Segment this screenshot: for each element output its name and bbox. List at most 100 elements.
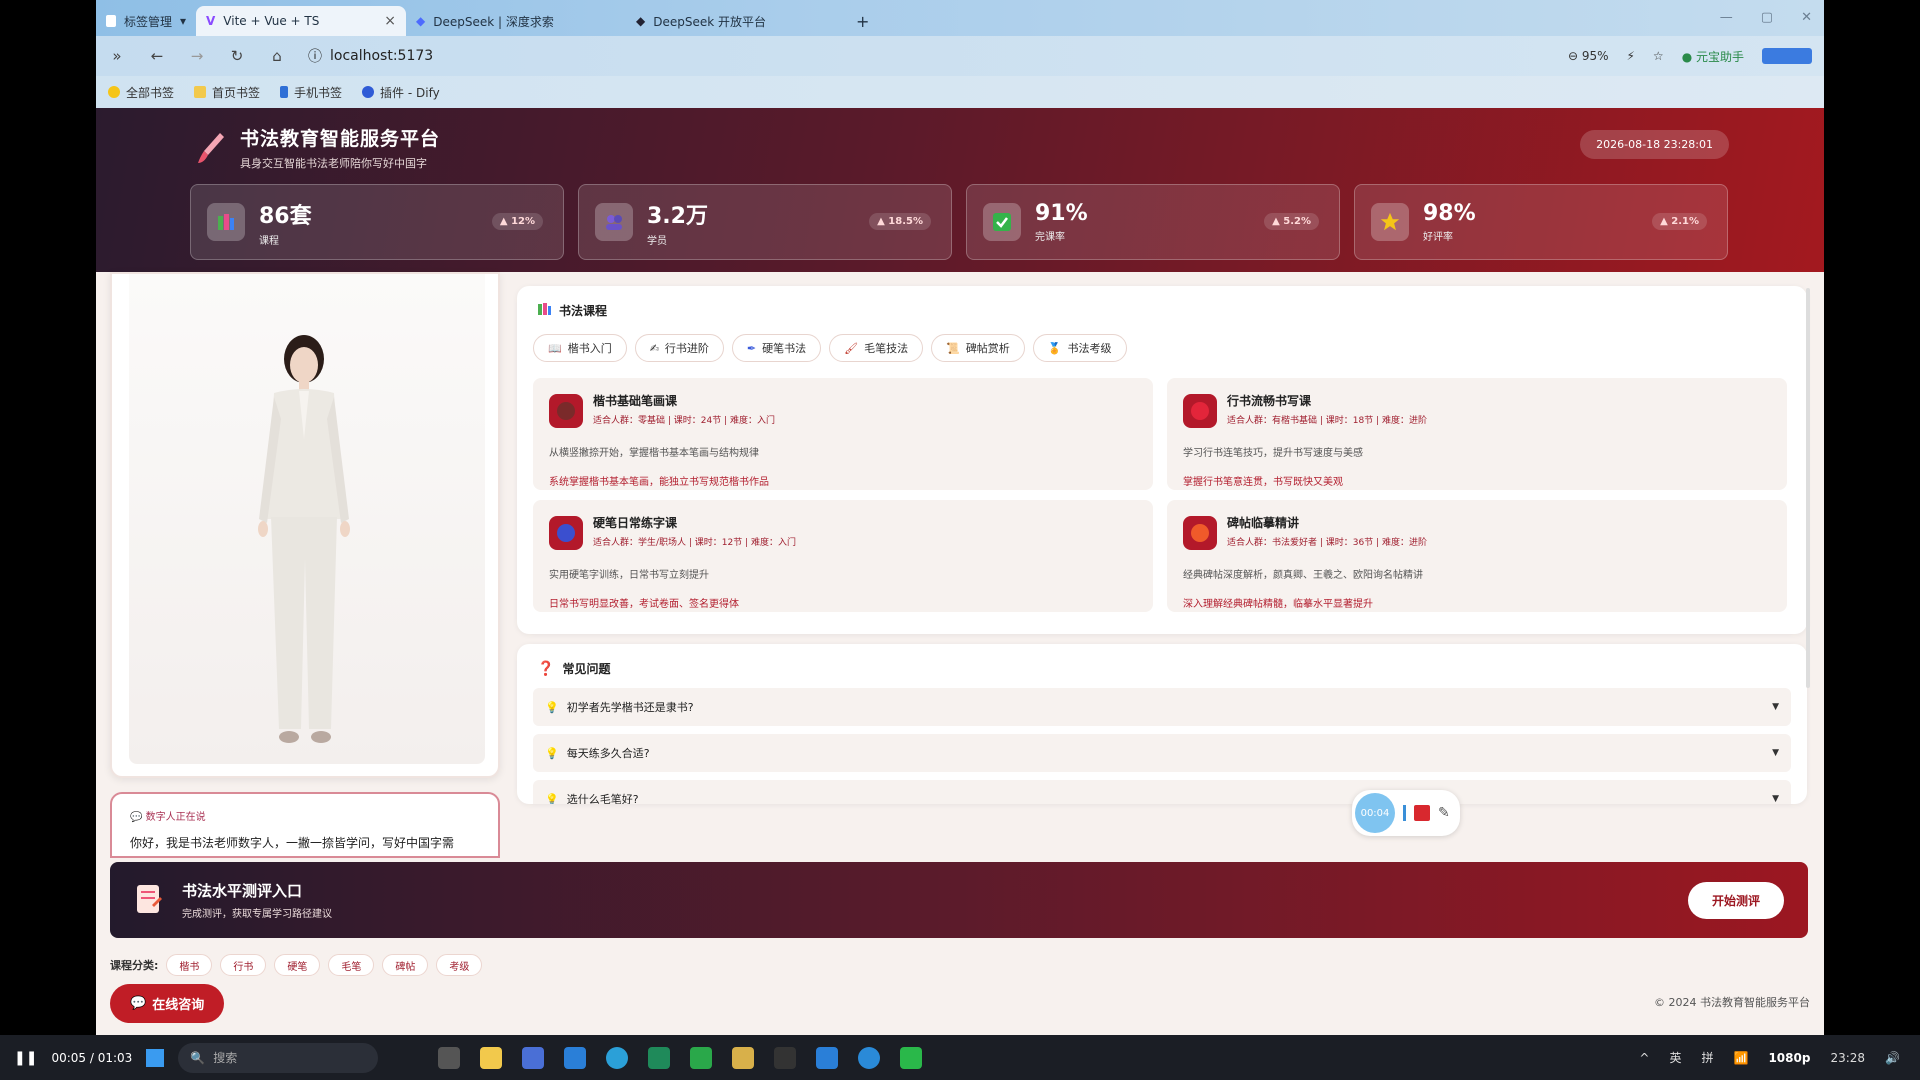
chevron-down-icon: ▼: [1772, 748, 1779, 758]
deepseek-icon: ◆: [636, 14, 646, 28]
address-bar[interactable]: ⓘ localhost:5173: [308, 46, 433, 66]
folder-icon[interactable]: [732, 1046, 755, 1069]
tab-deepseek[interactable]: ◆ DeepSeek | 深度求索: [406, 6, 626, 36]
tab-tag-manager[interactable]: 标签管理 ▾: [96, 6, 196, 36]
profile-icon[interactable]: [1762, 48, 1812, 64]
faq-item[interactable]: 💡 选什么毛笔好? ▼: [533, 780, 1791, 804]
lightbulb-icon: 💡: [545, 700, 559, 714]
close-window-icon[interactable]: ✕: [1801, 10, 1812, 25]
ime-english[interactable]: 英: [1669, 1049, 1681, 1066]
tab-label: 标签管理: [123, 14, 172, 29]
pause-icon[interactable]: [1403, 805, 1406, 821]
bookmark-mobile[interactable]: 手机书签: [280, 84, 342, 101]
task-view-icon[interactable]: [438, 1046, 461, 1069]
assessment-title: 书法水平测评入口: [182, 882, 303, 900]
course-meta: 适合人群：学生/职场人 | 课时：12节 | 难度：入门: [593, 538, 796, 548]
close-icon[interactable]: ×: [384, 13, 396, 29]
assistant-label: 元宝助手: [1695, 49, 1744, 64]
browser-window: 标签管理 ▾ V Vite + Vue + TS × ◆ DeepSeek | …: [96, 0, 1824, 1035]
minimize-icon[interactable]: —: [1720, 10, 1733, 25]
store-icon[interactable]: [522, 1046, 545, 1069]
browser-icon[interactable]: [858, 1046, 881, 1069]
bookmark-star-icon[interactable]: ☆: [1653, 49, 1664, 63]
pencil-icon[interactable]: ✎: [1438, 805, 1450, 821]
pause-icon[interactable]: ❚❚: [14, 1050, 37, 1066]
bookmark-all[interactable]: 全部书签: [108, 84, 174, 101]
course-tags: 课程分类: 楷书 行书 硬笔 毛笔 碑帖 考级: [110, 954, 483, 976]
bookmarks-bar: 全部书签 首页书签 手机书签 插件 - Dify: [96, 76, 1824, 108]
stat-value: 91%: [1035, 201, 1088, 226]
tag-pen[interactable]: 硬笔: [274, 954, 321, 976]
assistant-button[interactable]: ● 元宝助手: [1682, 48, 1744, 65]
online-consult-button[interactable]: 💬 在线咨询: [110, 984, 225, 1023]
category-kaishu[interactable]: 📖 楷书入门: [533, 334, 627, 362]
taskbar-search[interactable]: 🔍 搜索: [178, 1042, 379, 1073]
start-assessment-button[interactable]: 开始测评: [1687, 881, 1784, 919]
stop-icon[interactable]: [1414, 805, 1430, 821]
category-brush[interactable]: 🖌 毛笔技法: [829, 334, 924, 362]
wechat-dev-icon[interactable]: [690, 1046, 713, 1069]
section-title: 书法课程: [537, 302, 607, 319]
back-icon[interactable]: ←: [148, 47, 166, 65]
new-tab-button[interactable]: +: [846, 6, 879, 36]
tag-xingshu[interactable]: 行书: [220, 954, 267, 976]
wifi-icon[interactable]: 📶: [1734, 1051, 1749, 1065]
assessment-subtitle: 完成测评，获取专属学习路径建议: [182, 909, 332, 920]
tab-deepseek-platform[interactable]: ◆ DeepSeek 开放平台: [626, 6, 846, 36]
ime-pinyin[interactable]: 拼: [1701, 1049, 1713, 1066]
bookmark-dify[interactable]: 插件 - Dify: [362, 84, 440, 101]
chevron-down-icon: ▼: [1772, 702, 1779, 712]
tab-vite[interactable]: V Vite + Vue + TS ×: [196, 6, 406, 36]
category-stele[interactable]: 📜 碑帖赏析: [931, 334, 1025, 362]
terminal-app-icon[interactable]: [648, 1046, 671, 1069]
mail-icon[interactable]: [564, 1046, 587, 1069]
tag-stele[interactable]: 碑帖: [382, 954, 429, 976]
search-icon: 🔍: [190, 1050, 206, 1065]
course-color-dot: [557, 524, 575, 542]
file-explorer-icon[interactable]: [480, 1046, 503, 1069]
deepseek-icon: ◆: [416, 14, 426, 28]
tags-label: 课程分类:: [110, 959, 159, 972]
zoom-indicator[interactable]: ⊖ 95%: [1568, 49, 1609, 63]
course-card[interactable]: 楷书基础笔画课 适合人群：零基础 | 课时：24节 | 难度：入门 从横竖撇捺开…: [533, 378, 1153, 490]
scrollbar[interactable]: [1806, 288, 1810, 688]
sidebar-toggle-icon[interactable]: »: [108, 47, 126, 65]
wechat-icon[interactable]: [900, 1046, 923, 1069]
app-title: 书法教育智能服务平台: [240, 128, 441, 150]
chevron-up-icon[interactable]: ^: [1639, 1051, 1649, 1065]
home-icon[interactable]: ⌂: [268, 47, 286, 65]
category-xingshu[interactable]: ✍ 行书进阶: [634, 334, 724, 362]
course-desc: 学习行书连笔技巧，提升书写速度与美感: [1183, 448, 1363, 459]
course-category-tabs: 📖 楷书入门 ✍ 行书进阶 ✒ 硬笔书法 🖌 毛笔技法 📜 碑帖赏析 🏅 书法考级: [533, 334, 1127, 362]
extension-icon[interactable]: ⚡: [1626, 49, 1634, 63]
category-exam[interactable]: 🏅 书法考级: [1032, 334, 1127, 362]
course-card[interactable]: 行书流畅书写课 适合人群：有楷书基础 | 课时：18节 | 难度：进阶 学习行书…: [1167, 378, 1787, 490]
course-meta: 适合人群：书法爱好者 | 课时：36节 | 难度：进阶: [1227, 538, 1427, 548]
books-icon: [207, 203, 245, 241]
course-card[interactable]: 碑帖临摹精讲 适合人群：书法爱好者 | 课时：36节 | 难度：进阶 经典碑帖深…: [1167, 500, 1787, 612]
faq-item[interactable]: 💡 每天练多久合适? ▼: [533, 734, 1791, 772]
tag-exam[interactable]: 考级: [436, 954, 483, 976]
section-title-text: 常见问题: [562, 662, 611, 676]
maximize-icon[interactable]: ▢: [1761, 10, 1773, 25]
faq-list: 💡 初学者先学楷书还是隶书? ▼ 💡 每天练多久合适? ▼ 💡 选什么毛笔好? ▼: [533, 688, 1791, 804]
reload-icon[interactable]: ↻: [228, 47, 246, 65]
faq-item[interactable]: 💡 初学者先学楷书还是隶书? ▼: [533, 688, 1791, 726]
category-pen[interactable]: ✒ 硬笔书法: [731, 334, 822, 362]
terminal-icon[interactable]: [774, 1046, 797, 1069]
faq-question: 每天练多久合适?: [566, 747, 650, 760]
vite-icon: V: [206, 14, 216, 28]
vscode-icon[interactable]: [816, 1046, 839, 1069]
tag-brush[interactable]: 毛笔: [328, 954, 375, 976]
windows-start-icon[interactable]: [146, 1048, 165, 1067]
bookmark-home[interactable]: 首页书签: [194, 84, 260, 101]
course-card[interactable]: 硬笔日常练字课 适合人群：学生/职场人 | 课时：12节 | 难度：入门 实用硬…: [533, 500, 1153, 612]
volume-icon[interactable]: 🔊: [1885, 1051, 1900, 1065]
quality-badge[interactable]: 1080p: [1768, 1051, 1810, 1065]
tag-kaishu[interactable]: 楷书: [166, 954, 213, 976]
section-title-text: 书法课程: [559, 304, 608, 318]
edge-icon[interactable]: [606, 1046, 629, 1069]
video-time: 00:05 / 01:03: [51, 1050, 133, 1065]
forward-icon[interactable]: →: [188, 47, 206, 65]
speaking-status-label: 数字人正在说: [145, 812, 206, 823]
